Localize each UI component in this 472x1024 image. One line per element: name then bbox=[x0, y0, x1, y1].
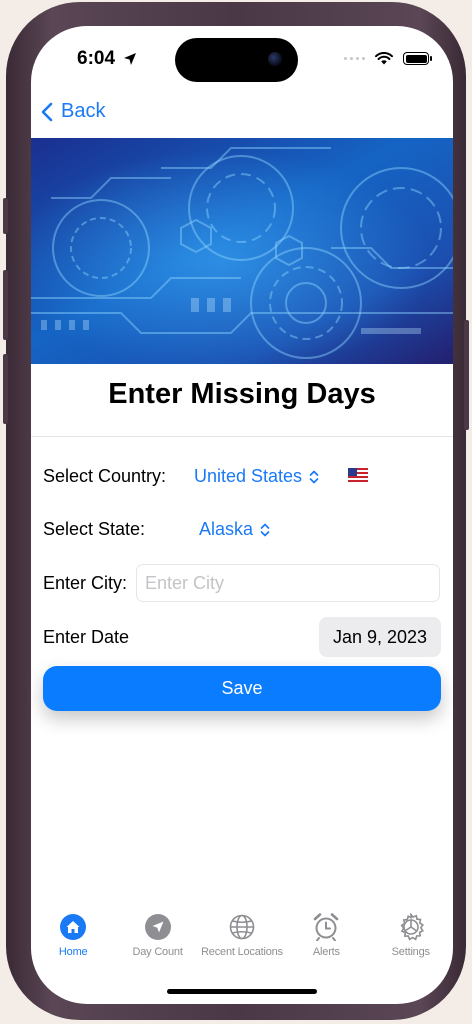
battery-icon bbox=[403, 52, 432, 65]
volume-up-button bbox=[3, 270, 8, 340]
phone-frame: 6:04 Back Enter Missing Days Select Coun… bbox=[3, 2, 469, 1020]
tab-label: Settings bbox=[391, 946, 430, 958]
chevron-up-down-icon bbox=[309, 470, 319, 483]
hero-banner-image bbox=[31, 138, 453, 364]
home-indicator bbox=[167, 989, 317, 994]
flag-us-icon bbox=[348, 468, 368, 482]
tab-label: Home bbox=[58, 946, 88, 958]
tab-day-count[interactable]: Day Count bbox=[115, 912, 199, 972]
chevron-up-down-icon bbox=[260, 523, 270, 536]
city-label: Enter City: bbox=[43, 573, 128, 593]
globe-icon bbox=[229, 914, 255, 940]
alarm-clock-icon bbox=[314, 913, 339, 941]
city-input[interactable] bbox=[136, 564, 440, 602]
action-button bbox=[3, 198, 8, 234]
tab-home[interactable]: Home bbox=[31, 912, 115, 972]
state-picker[interactable]: Alaska bbox=[199, 519, 270, 540]
tab-bar: Home Day Count Recent Locations Alerts S… bbox=[31, 912, 453, 972]
country-label: Select Country: bbox=[43, 466, 167, 486]
location-services-icon bbox=[124, 53, 136, 65]
status-time: 6:04 bbox=[77, 48, 116, 69]
volume-down-button bbox=[3, 354, 8, 424]
location-arrow-icon bbox=[144, 914, 171, 940]
tab-label: Alerts bbox=[312, 946, 340, 958]
cellular-signal-icon bbox=[344, 57, 365, 60]
tab-label: Recent Locations bbox=[201, 946, 283, 958]
back-button[interactable]: Back bbox=[41, 100, 105, 123]
tab-recent-locations[interactable]: Recent Locations bbox=[200, 912, 284, 972]
state-label: Select State: bbox=[43, 519, 146, 539]
home-icon bbox=[60, 914, 87, 940]
back-label: Back bbox=[61, 100, 106, 122]
divider bbox=[31, 436, 453, 437]
tab-settings[interactable]: Settings bbox=[369, 912, 453, 972]
date-picker-button[interactable]: Jan 9, 2023 bbox=[319, 617, 441, 657]
page-title: Enter Missing Days bbox=[108, 378, 376, 410]
dynamic-island bbox=[175, 38, 298, 82]
date-label: Enter Date bbox=[43, 627, 130, 647]
power-button bbox=[464, 320, 469, 430]
tab-alerts[interactable]: Alerts bbox=[284, 912, 368, 972]
gear-icon bbox=[400, 913, 424, 941]
state-value: Alaska bbox=[199, 519, 254, 539]
screen: 6:04 Back Enter Missing Days Select Coun… bbox=[31, 26, 453, 1004]
wifi-icon bbox=[375, 52, 393, 65]
save-button[interactable]: Save bbox=[43, 666, 441, 711]
country-value: United States bbox=[194, 466, 303, 486]
front-camera bbox=[268, 52, 282, 66]
tab-label: Day Count bbox=[132, 946, 183, 958]
status-indicators bbox=[344, 52, 432, 65]
country-picker[interactable]: United States bbox=[194, 466, 319, 487]
chevron-left-icon bbox=[41, 102, 53, 121]
